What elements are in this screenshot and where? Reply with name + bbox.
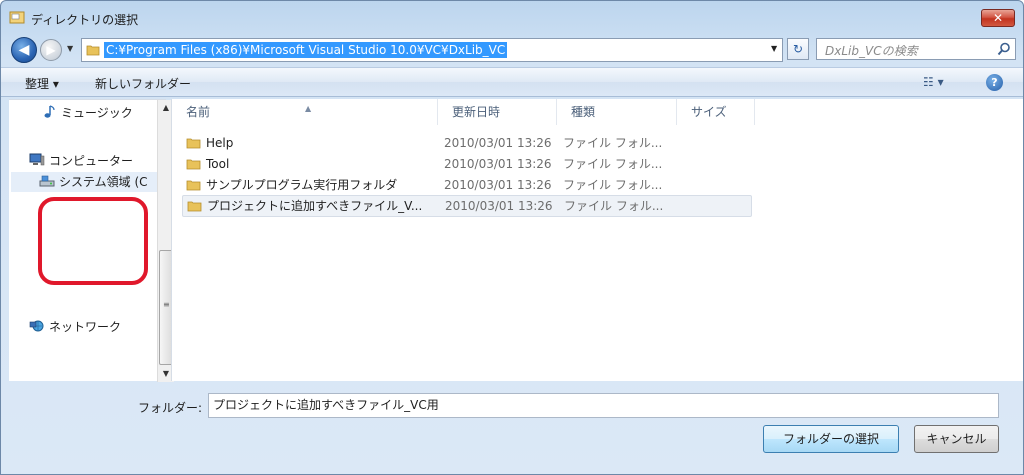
column-header-label: 名前: [186, 105, 211, 119]
dialog-icon: [9, 11, 25, 24]
file-type: ファイル フォル...: [564, 199, 664, 213]
file-name: サンプルプログラム実行用フォルダ: [206, 178, 398, 192]
drive-icon: [39, 175, 55, 187]
command-bar: 整理 ▾ 新しいフォルダー ☷ ▾ ?: [1, 67, 1023, 97]
window-title: ディレクトリの選択: [31, 13, 139, 27]
column-header-type[interactable]: 種類: [557, 99, 677, 125]
file-type: ファイル フォル...: [563, 136, 663, 150]
folder-icon: [186, 138, 201, 149]
file-type: ファイル フォル...: [563, 157, 663, 171]
nav-item-label: システム領域 (C: [59, 175, 148, 189]
file-date: 2010/03/01 13:26: [444, 136, 552, 150]
scroll-grip-icon: ≡: [163, 300, 170, 309]
table-row[interactable]: Help 2010/03/01 13:26 ファイル フォル...: [182, 133, 752, 153]
back-button[interactable]: ◀: [11, 37, 37, 63]
column-header-label: 更新日時: [452, 105, 501, 119]
network-icon: [29, 320, 44, 332]
address-path[interactable]: C:¥Program Files (x86)¥Microsoft Visual …: [104, 42, 508, 58]
folder-icon: [186, 159, 201, 170]
music-note-icon: [44, 105, 55, 118]
nav-item-label: ネットワーク: [49, 320, 122, 334]
file-name: Help: [206, 136, 234, 150]
table-row-selected[interactable]: プロジェクトに追加すべきファイル_V... 2010/03/01 13:26 フ…: [182, 195, 752, 217]
column-header-size[interactable]: サイズ: [677, 99, 755, 125]
help-button[interactable]: ?: [986, 74, 1003, 91]
table-row[interactable]: Tool 2010/03/01 13:26 ファイル フォル...: [182, 154, 752, 174]
nav-item-system-drive[interactable]: システム領域 (C: [11, 172, 157, 192]
column-header-label: サイズ: [691, 105, 727, 119]
search-input[interactable]: DxLib_VCの検索: [816, 38, 1016, 60]
folder-icon: [187, 201, 202, 212]
views-button[interactable]: ☷ ▾: [923, 75, 944, 89]
computer-icon: [29, 153, 45, 166]
refresh-button[interactable]: ↻: [787, 38, 809, 60]
address-dropdown-icon[interactable]: ▼: [771, 44, 781, 54]
close-button[interactable]: ✕: [981, 9, 1015, 27]
forward-button[interactable]: ▶: [40, 39, 62, 61]
folder-icon: [86, 45, 100, 56]
dialog-footer: フォルダー: プロジェクトに追加すべきファイル_VC用 フォルダーの選択 キャン…: [1, 383, 1023, 475]
nav-item-label: ミュージック: [61, 106, 133, 120]
search-icon[interactable]: [997, 42, 1011, 56]
file-list: 名前 ▲ 更新日時 種類 サイズ Help 2010/03/01 13:26 フ…: [171, 99, 1023, 381]
annotation-highlight: [38, 197, 148, 285]
file-name: プロジェクトに追加すべきファイル_V...: [207, 199, 423, 213]
file-type: ファイル フォル...: [563, 178, 663, 192]
column-header-label: 種類: [571, 105, 596, 119]
dialog-window: ディレクトリの選択 ✕ ◀ ▶ ▼ C:¥Program Files (x86)…: [0, 0, 1024, 475]
file-date: 2010/03/01 13:26: [444, 178, 552, 192]
file-date: 2010/03/01 13:26: [445, 199, 553, 213]
file-name: Tool: [206, 157, 230, 171]
folder-label: フォルダー:: [138, 401, 203, 415]
organize-button[interactable]: 整理 ▾: [25, 75, 59, 92]
nav-item-computer[interactable]: コンピューター: [29, 152, 133, 169]
folder-icon: [186, 180, 201, 191]
column-header-date[interactable]: 更新日時: [438, 99, 557, 125]
nav-item-network[interactable]: ネットワーク: [29, 318, 121, 335]
new-folder-button[interactable]: 新しいフォルダー: [95, 75, 191, 92]
history-dropdown-icon[interactable]: ▼: [67, 44, 77, 54]
cancel-button[interactable]: キャンセル: [914, 425, 999, 453]
select-folder-button[interactable]: フォルダーの選択: [763, 425, 899, 453]
file-date: 2010/03/01 13:26: [444, 157, 552, 171]
address-bar[interactable]: C:¥Program Files (x86)¥Microsoft Visual …: [81, 38, 783, 62]
folder-name-input[interactable]: プロジェクトに追加すべきファイル_VC用: [208, 393, 999, 418]
table-row[interactable]: サンプルプログラム実行用フォルダ 2010/03/01 13:26 ファイル フ…: [182, 175, 752, 195]
sort-ascending-icon: ▲: [305, 104, 312, 113]
column-header-name[interactable]: 名前 ▲: [172, 99, 438, 125]
title-bar: ディレクトリの選択 ✕: [1, 1, 1023, 35]
nav-item-label: コンピューター: [49, 154, 134, 168]
search-placeholder: DxLib_VCの検索: [825, 44, 918, 58]
nav-item-music[interactable]: ミュージック: [41, 104, 133, 121]
